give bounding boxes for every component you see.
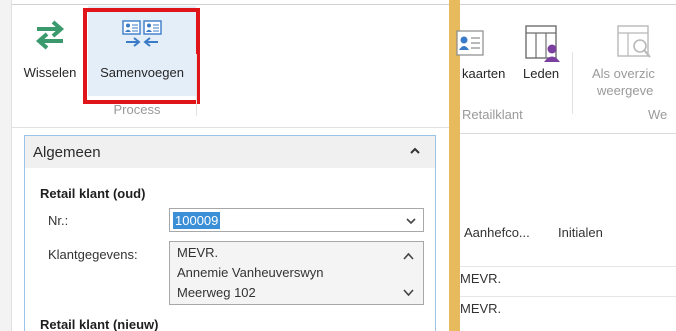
highlight-box: [83, 8, 200, 104]
background-ribbon: kaarten Leden Als overzic weergeve Retai…: [456, 6, 676, 134]
nr-label: Nr.:: [48, 213, 69, 228]
nr-field[interactable]: 100009: [169, 208, 424, 232]
klantgegevens-label: Klantgegevens:: [48, 247, 138, 262]
kaarten-button[interactable]: kaarten: [462, 66, 505, 81]
window-top-border: [0, 0, 676, 5]
section-old-title: Retail klant (oud): [40, 186, 146, 201]
merge-dialog: Wisselen Samenvoegen Process Algemeen Re…: [12, 6, 449, 331]
overzicht-label-1[interactable]: Als overzic: [592, 66, 655, 81]
panel-title: Algemeen: [33, 144, 101, 161]
list-view-icon: [617, 25, 651, 58]
chevron-down-icon[interactable]: [405, 215, 417, 227]
scroll-up-icon[interactable]: [403, 252, 414, 260]
klantgegevens-line: MEVR.: [177, 245, 219, 260]
overzicht-label-2: weergeve: [597, 83, 654, 98]
swap-arrows-icon: [35, 20, 65, 50]
process-group-label: Process: [113, 102, 161, 117]
wisselen-button[interactable]: Wisselen: [20, 6, 80, 102]
klantgegevens-line: Annemie Vanheuverswyn: [177, 265, 324, 280]
we-group-label: We: [648, 107, 668, 122]
ribbon-group-separator: [572, 52, 573, 114]
leden-button[interactable]: Leden: [523, 66, 559, 81]
section-new-title: Retail klant (nieuw): [40, 317, 159, 331]
window-left-edge: [0, 0, 12, 331]
scroll-down-icon[interactable]: [403, 289, 414, 297]
contact-card-icon: [456, 30, 484, 56]
members-icon: [525, 25, 560, 62]
table-cell: MEVR.: [460, 301, 502, 316]
klantgegevens-field[interactable]: MEVR. Annemie Vanheuverswyn Meerweg 102: [169, 241, 424, 305]
panel-header[interactable]: Algemeen: [25, 136, 435, 168]
chevron-up-icon[interactable]: [407, 143, 423, 159]
algemeen-panel: Algemeen Retail klant (oud) Nr.: 100009 …: [24, 135, 436, 331]
wisselen-label: Wisselen: [23, 65, 77, 80]
nr-value: 100009: [173, 212, 221, 229]
column-header-initialen[interactable]: Initialen: [558, 225, 603, 240]
retailklant-group-label: Retailklant: [462, 107, 523, 122]
ribbon-group-separator: [196, 54, 197, 116]
table-row[interactable]: MEVR.: [460, 296, 676, 320]
table-row[interactable]: MEVR.: [460, 266, 676, 290]
table-cell: MEVR.: [460, 271, 502, 286]
column-header-aanhef[interactable]: Aanhefco...: [464, 225, 530, 240]
klantgegevens-line: Meerweg 102: [177, 285, 256, 300]
background-window: kaarten Leden Als overzic weergeve Retai…: [456, 6, 676, 331]
dialog-ribbon: Wisselen Samenvoegen Process: [12, 6, 449, 128]
